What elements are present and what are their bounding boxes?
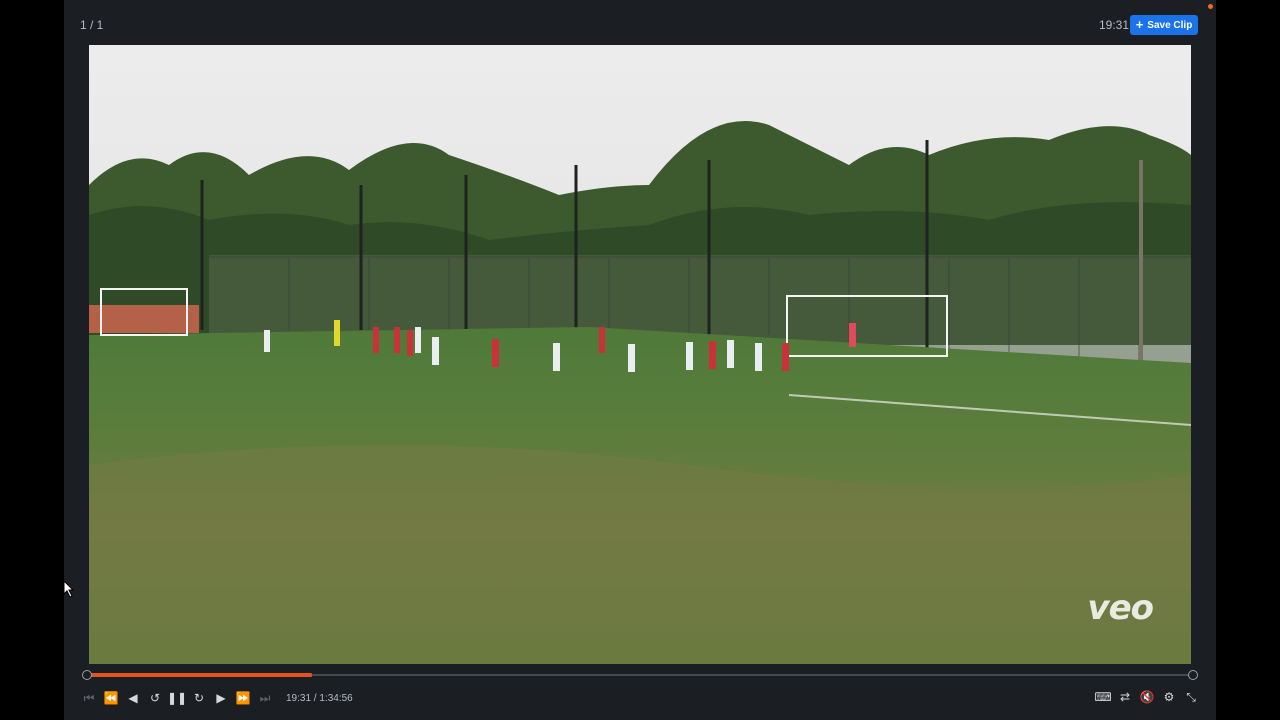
video-viewer: 1 / 1 19:31 + Save Clip veo ⏮ ⏪ ◀ ↺ ❚❚ ↻…	[64, 0, 1216, 720]
progress-end-handle[interactable]	[1188, 670, 1198, 680]
player-options: ⌨ ⇄ 🔇 ⚙ ⤡	[1092, 688, 1202, 706]
video-frame[interactable]: veo	[89, 45, 1191, 664]
replay-icon[interactable]: ↺	[144, 689, 166, 707]
current-time-label: 19:31	[1099, 18, 1130, 32]
gear-icon[interactable]: ⚙	[1158, 688, 1180, 706]
forward-icon[interactable]: ↻	[188, 689, 210, 707]
rewind-icon[interactable]: ⏪	[100, 689, 122, 707]
mouse-cursor-icon	[63, 580, 75, 598]
keyboard-icon[interactable]: ⌨	[1092, 688, 1114, 706]
loop-icon[interactable]: ⇄	[1114, 688, 1136, 706]
notification-dot	[1208, 4, 1213, 9]
save-clip-label: Save Clip	[1147, 19, 1193, 31]
play-icon[interactable]: ▶	[210, 689, 232, 707]
progress-bar[interactable]	[82, 670, 1198, 680]
volume-mute-icon[interactable]: 🔇	[1136, 688, 1158, 706]
skip-end-icon[interactable]: ⏭	[254, 689, 276, 707]
progress-start-handle[interactable]	[82, 670, 92, 680]
pause-icon[interactable]: ❚❚	[166, 689, 188, 707]
veo-watermark: veo	[1087, 588, 1154, 628]
timecode: 19:31 / 1:34:56	[286, 692, 353, 704]
soccer-field-scene	[89, 45, 1191, 664]
exit-fullscreen-icon[interactable]: ⤡	[1180, 688, 1202, 706]
skip-start-icon[interactable]: ⏮	[78, 689, 100, 707]
clip-counter: 1 / 1	[80, 18, 104, 32]
step-back-icon[interactable]: ◀	[122, 689, 144, 707]
plus-icon: +	[1135, 17, 1144, 32]
fast-forward-icon[interactable]: ⏩	[232, 689, 254, 707]
playback-controls: ⏮ ⏪ ◀ ↺ ❚❚ ↻ ▶ ⏩ ⏭ 19:31 / 1:34:56	[78, 688, 353, 708]
progress-fill	[86, 673, 313, 677]
save-clip-button[interactable]: + Save Clip	[1130, 15, 1198, 35]
